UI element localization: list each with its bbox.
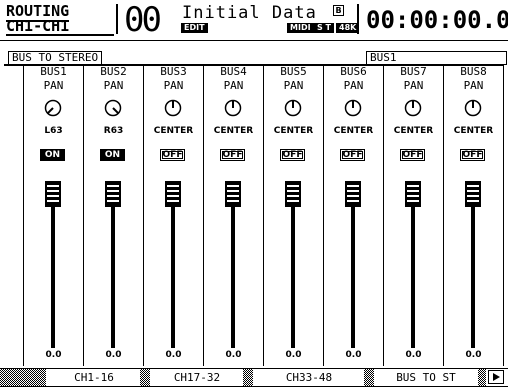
pan-label: PAN — [43, 79, 64, 92]
pan-label: PAN — [283, 79, 304, 92]
bus-strip: BUS5 PAN CENTER OFF 0.0 — [264, 66, 323, 364]
bus-strip: BUS4 PAN CENTER OFF 0.0 — [204, 66, 263, 364]
fader-track — [51, 191, 55, 348]
tab-ch17-32[interactable]: CH17-32 — [153, 371, 241, 384]
tab-next-button[interactable] — [488, 370, 504, 384]
scene-title: Initial Data — [182, 3, 317, 23]
bus-strip: BUS3 PAN CENTER OFF 0.0 — [144, 66, 203, 364]
bus-strip: BUS1 PAN L63 ON 0.0 — [24, 66, 83, 364]
level-value: 0.0 — [345, 350, 362, 360]
level-value: 0.0 — [45, 350, 62, 360]
bus-strip: BUS7 PAN CENTER OFF 0.0 — [384, 66, 443, 364]
level-value: 0.0 — [165, 350, 182, 360]
bus-name: BUS3 — [160, 65, 187, 78]
selected-bus-label: BUS1 — [366, 51, 507, 65]
bus-name: BUS6 — [340, 65, 367, 78]
strip-divider — [23, 66, 24, 366]
pan-value: L63 — [44, 126, 63, 136]
fader-knob[interactable] — [404, 180, 422, 208]
pan-value: CENTER — [333, 126, 374, 136]
pan-label: PAN — [343, 79, 364, 92]
midi-badge: MIDI — [287, 23, 314, 33]
level-value: 0.0 — [465, 350, 482, 360]
page-label: BUS TO STEREO — [8, 51, 103, 65]
tab-ch33-48[interactable]: CH33-48 — [256, 371, 362, 384]
tab-bar: CH1-16 CH17-32 CH33-48 BUS TO ST — [0, 368, 508, 387]
tab-bus-to-st[interactable]: BUS TO ST — [376, 371, 476, 384]
tab-ch1-16[interactable]: CH1-16 — [50, 371, 138, 384]
pan-label: PAN — [463, 79, 484, 92]
pan-value: CENTER — [393, 126, 434, 136]
bus-name: BUS8 — [460, 65, 487, 78]
sample-rate-badge: 48K — [336, 23, 360, 33]
fader-track — [171, 191, 175, 348]
bus-to-stereo-switch[interactable]: OFF — [280, 149, 305, 161]
strip-divider — [503, 66, 504, 366]
triangle-right-icon — [493, 373, 500, 381]
fader-track — [291, 191, 295, 348]
bus-to-stereo-switch[interactable]: ON — [100, 149, 125, 161]
bus-name: BUS1 — [40, 65, 67, 78]
bus-to-stereo-switch[interactable]: OFF — [460, 149, 485, 161]
bus-strip: BUS8 PAN CENTER OFF 0.0 — [444, 66, 503, 364]
fader-track — [411, 191, 415, 348]
pan-knob-icon[interactable] — [344, 99, 362, 117]
pan-knob-icon[interactable] — [464, 99, 482, 117]
header-divider — [116, 4, 118, 34]
bus-strip: BUS2 PAN R63 ON 0.0 — [84, 66, 143, 364]
pan-knob-icon[interactable] — [224, 99, 242, 117]
pan-knob-icon[interactable] — [164, 99, 182, 117]
pan-value: R63 — [103, 126, 124, 136]
scene-number[interactable]: 00 — [124, 3, 162, 37]
level-value: 0.0 — [105, 350, 122, 360]
fader-knob[interactable] — [284, 180, 302, 208]
edit-badge: EDIT — [181, 23, 208, 33]
fader-knob[interactable] — [344, 180, 362, 208]
fader-knob[interactable] — [224, 180, 242, 208]
bus-to-stereo-switch[interactable]: OFF — [220, 149, 245, 161]
bus-name: BUS4 — [220, 65, 247, 78]
level-value: 0.0 — [285, 350, 302, 360]
bus-to-stereo-switch[interactable]: ON — [40, 149, 65, 161]
channel-title: CH1-CH1 — [6, 17, 70, 35]
fader-track — [111, 191, 115, 348]
stereo-badge: S T — [314, 23, 335, 33]
pan-value: CENTER — [453, 126, 494, 136]
pan-knob-icon[interactable] — [404, 99, 422, 117]
protect-badge: B — [333, 5, 344, 16]
fader-knob[interactable] — [464, 180, 482, 208]
pan-knob-icon[interactable] — [104, 99, 122, 117]
pan-knob-icon[interactable] — [44, 99, 62, 117]
pan-label: PAN — [103, 79, 124, 92]
fader-track — [351, 191, 355, 348]
fader-track — [471, 191, 475, 348]
pan-label: PAN — [223, 79, 244, 92]
bus-to-stereo-switch[interactable]: OFF — [340, 149, 365, 161]
level-value: 0.0 — [225, 350, 242, 360]
level-value: 0.0 — [405, 350, 422, 360]
pan-label: PAN — [163, 79, 184, 92]
pan-knob-icon[interactable] — [284, 99, 302, 117]
header-rule — [0, 40, 508, 41]
pan-value: CENTER — [273, 126, 314, 136]
fader-knob[interactable] — [164, 180, 182, 208]
header-divider-2 — [357, 4, 359, 34]
fader-track — [231, 191, 235, 348]
timecode: 00:00:00.00 — [366, 6, 508, 34]
bus-name: BUS2 — [100, 65, 127, 78]
fader-knob[interactable] — [104, 180, 122, 208]
fader-knob[interactable] — [44, 180, 62, 208]
pan-label: PAN — [403, 79, 424, 92]
bus-name: BUS5 — [280, 65, 307, 78]
pan-value: CENTER — [153, 126, 194, 136]
bus-strip: BUS6 PAN CENTER OFF 0.0 — [324, 66, 383, 364]
bus-to-stereo-switch[interactable]: OFF — [160, 149, 185, 161]
pan-value: CENTER — [213, 126, 254, 136]
header-underline — [6, 34, 114, 36]
bus-name: BUS7 — [400, 65, 427, 78]
bus-to-stereo-switch[interactable]: OFF — [400, 149, 425, 161]
